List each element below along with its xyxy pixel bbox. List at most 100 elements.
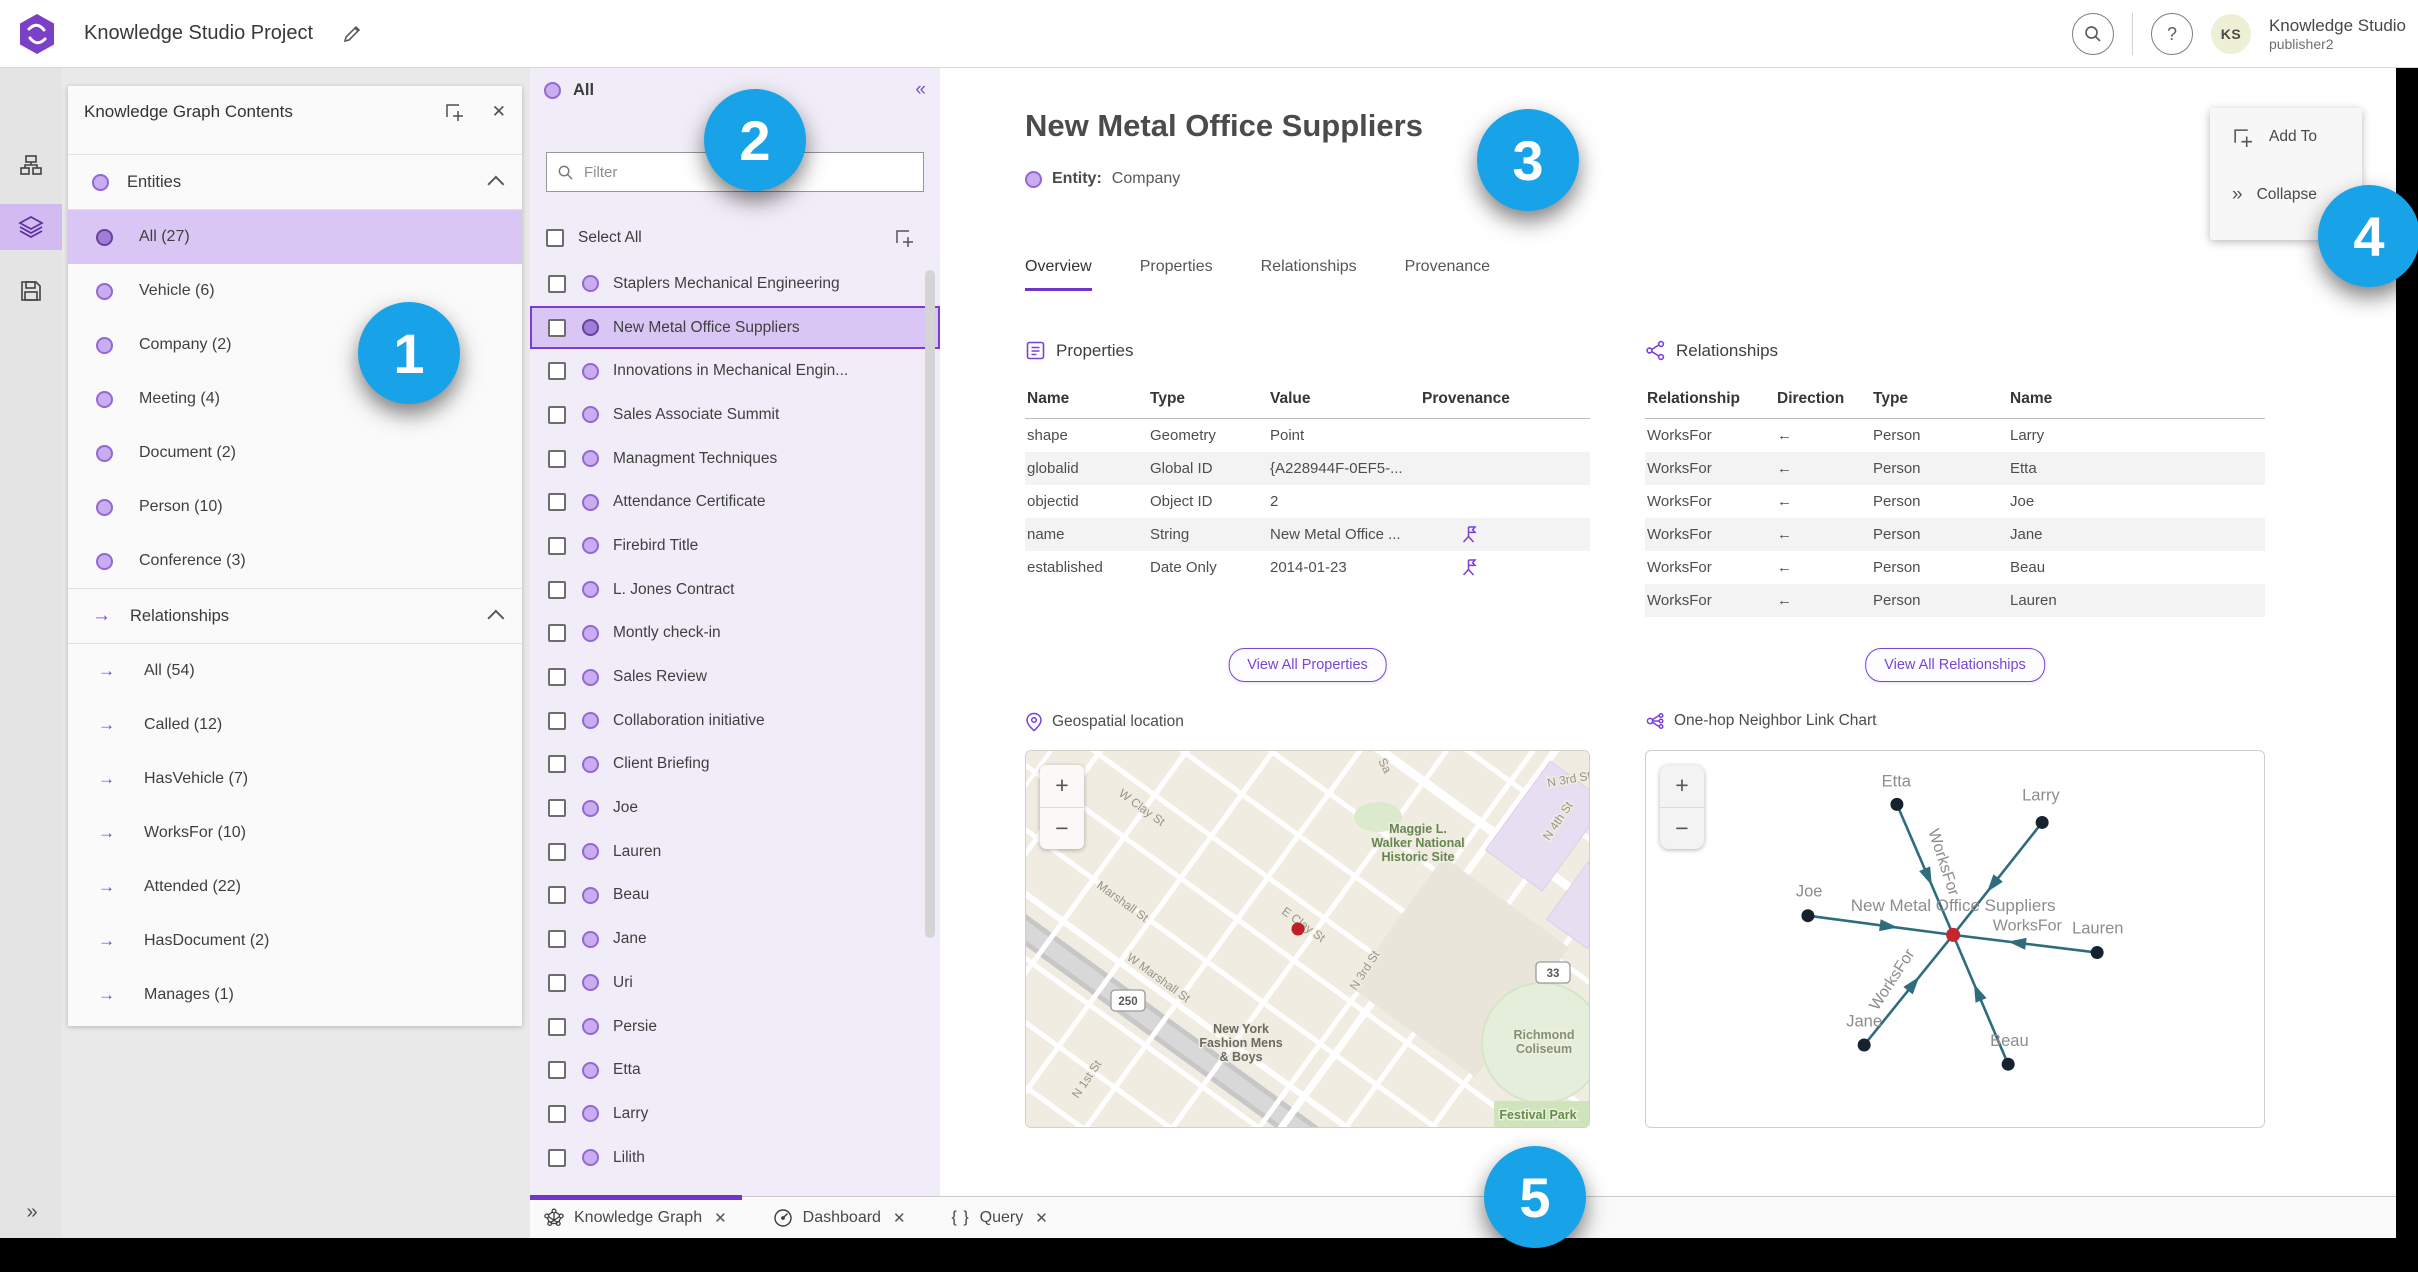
list-item[interactable]: Sales Review: [530, 655, 940, 699]
search-icon[interactable]: [2071, 13, 2114, 55]
tab-provenance[interactable]: Provenance: [1405, 258, 1490, 291]
list-item[interactable]: Etta: [530, 1048, 940, 1092]
list-item[interactable]: Attendance Certificate: [530, 480, 940, 524]
tab-properties[interactable]: Properties: [1140, 258, 1213, 291]
relationship-link[interactable]: WorksFor: [1645, 452, 1775, 485]
add-to-icon[interactable]: [444, 102, 464, 122]
item-checkbox[interactable]: [548, 405, 566, 424]
list-scrollbar[interactable]: [925, 270, 935, 938]
relationship-link[interactable]: WorksFor: [1645, 584, 1775, 617]
zoom-out-button[interactable]: −: [1660, 808, 1704, 850]
list-item[interactable]: Joe: [530, 786, 940, 830]
list-item[interactable]: Sales Associate Summit: [530, 393, 940, 437]
close-tab-icon[interactable]: ✕: [714, 1209, 727, 1227]
item-checkbox[interactable]: [548, 711, 566, 730]
doc-tab-query[interactable]: { } Query ✕: [952, 1208, 1048, 1228]
list-item[interactable]: Larry: [530, 1092, 940, 1136]
relationship-type-item[interactable]: → Manages (1): [68, 968, 522, 1022]
list-item[interactable]: New Metal Office Suppliers: [530, 305, 940, 350]
help-icon[interactable]: ?: [2150, 13, 2193, 55]
avatar[interactable]: KS: [2210, 14, 2251, 54]
item-checkbox[interactable]: [548, 668, 566, 687]
relationship-type-item[interactable]: → HasDocument (2): [68, 914, 522, 968]
add-to-icon[interactable]: [894, 228, 914, 248]
zoom-in-button[interactable]: +: [1660, 765, 1704, 808]
relationship-link[interactable]: WorksFor: [1645, 419, 1775, 453]
select-all-checkbox[interactable]: [546, 229, 564, 247]
list-item[interactable]: Firebird Title: [530, 524, 940, 568]
entity-type-item[interactable]: Person (10): [68, 480, 522, 534]
item-checkbox[interactable]: [548, 493, 566, 512]
item-checkbox[interactable]: [548, 318, 566, 337]
item-checkbox[interactable]: [548, 842, 566, 861]
close-tab-icon[interactable]: ✕: [893, 1209, 906, 1227]
list-item[interactable]: Lilith: [530, 1136, 940, 1180]
user-info[interactable]: Knowledge Studio publisher2: [2269, 16, 2406, 52]
tab-overview[interactable]: Overview: [1025, 258, 1092, 291]
relationship-type-item[interactable]: → Called (12): [68, 698, 522, 752]
list-item[interactable]: L. Jones Contract: [530, 568, 940, 612]
view-all-properties-button[interactable]: View All Properties: [1228, 648, 1387, 682]
list-item[interactable]: Client Briefing: [530, 743, 940, 787]
related-entity-link[interactable]: Jane: [2008, 518, 2265, 551]
entity-type-item[interactable]: Conference (3): [68, 534, 522, 588]
entities-section-header[interactable]: Entities: [68, 154, 522, 210]
layers-icon[interactable]: [0, 204, 62, 250]
item-checkbox[interactable]: [548, 1017, 566, 1036]
list-item[interactable]: Beau: [530, 874, 940, 918]
relationship-link[interactable]: WorksFor: [1645, 551, 1775, 584]
view-all-relationships-button[interactable]: View All Relationships: [1865, 648, 2045, 682]
related-entity-link[interactable]: Beau: [2008, 551, 2265, 584]
list-item[interactable]: Staplers Mechanical Engineering: [530, 262, 940, 306]
relationship-type-item[interactable]: → WorksFor (10): [68, 806, 522, 860]
related-entity-link[interactable]: Lauren: [2008, 584, 2265, 617]
provenance-flag-icon[interactable]: [1420, 518, 1590, 551]
expand-rail-icon[interactable]: »: [0, 1201, 62, 1224]
relationship-type-item[interactable]: → HasVehicle (7): [68, 752, 522, 806]
list-item[interactable]: Innovations in Mechanical Engin...: [530, 349, 940, 393]
list-item[interactable]: Uri: [530, 961, 940, 1005]
add-to-menu-item[interactable]: Add To: [2210, 108, 2362, 166]
map-card[interactable]: k RdW Clay StSaMarshall StW Marshall StE…: [1025, 750, 1590, 1128]
relationship-type-item[interactable]: → Attended (22): [68, 860, 522, 914]
item-checkbox[interactable]: [548, 886, 566, 905]
item-checkbox[interactable]: [548, 930, 566, 949]
zoom-out-button[interactable]: −: [1040, 808, 1084, 850]
list-item[interactable]: Collaboration initiative: [530, 699, 940, 743]
item-checkbox[interactable]: [548, 973, 566, 992]
relationship-type-item[interactable]: → All (54): [68, 644, 522, 698]
save-icon[interactable]: [0, 268, 62, 314]
relationships-section-header[interactable]: → Relationships: [68, 588, 522, 644]
zoom-in-button[interactable]: +: [1040, 765, 1084, 808]
collapse-panel-icon[interactable]: «: [915, 79, 926, 101]
entity-type-item[interactable]: All (27): [68, 210, 522, 264]
doc-tab-knowledge-graph[interactable]: Knowledge Graph ✕: [544, 1208, 727, 1228]
close-tab-icon[interactable]: ✕: [1035, 1209, 1048, 1227]
schema-icon[interactable]: [0, 142, 62, 188]
related-entity-link[interactable]: Joe: [2008, 485, 2265, 518]
select-all-row[interactable]: Select All: [546, 218, 924, 258]
relationship-link[interactable]: WorksFor: [1645, 518, 1775, 551]
provenance-flag-icon[interactable]: [1420, 551, 1590, 584]
edit-title-icon[interactable]: [341, 23, 363, 45]
list-item[interactable]: Managment Techniques: [530, 437, 940, 481]
item-checkbox[interactable]: [548, 624, 566, 643]
item-checkbox[interactable]: [548, 536, 566, 555]
item-checkbox[interactable]: [548, 755, 566, 774]
item-checkbox[interactable]: [548, 580, 566, 599]
map-canvas[interactable]: k RdW Clay StSaMarshall StW Marshall StE…: [1026, 751, 1589, 1127]
entity-type-item[interactable]: Meeting (4): [68, 372, 522, 426]
entity-type-item[interactable]: Vehicle (6): [68, 264, 522, 318]
list-item[interactable]: Montly check-in: [530, 612, 940, 656]
link-chart-card[interactable]: WorksFor WorksFor WorksFor Etta Larry Joe Laur…: [1645, 750, 2265, 1128]
related-entity-link[interactable]: Etta: [2008, 452, 2265, 485]
related-entity-link[interactable]: Larry: [2008, 419, 2265, 453]
item-checkbox[interactable]: [548, 449, 566, 468]
item-checkbox[interactable]: [548, 1061, 566, 1080]
close-panel-icon[interactable]: ✕: [492, 102, 506, 122]
link-chart-canvas[interactable]: WorksFor WorksFor WorksFor Etta Larry Joe Laur…: [1646, 751, 2264, 1127]
tab-relationships[interactable]: Relationships: [1261, 258, 1357, 291]
list-item[interactable]: Jane: [530, 917, 940, 961]
item-checkbox[interactable]: [548, 799, 566, 818]
list-item[interactable]: Persie: [530, 1005, 940, 1049]
